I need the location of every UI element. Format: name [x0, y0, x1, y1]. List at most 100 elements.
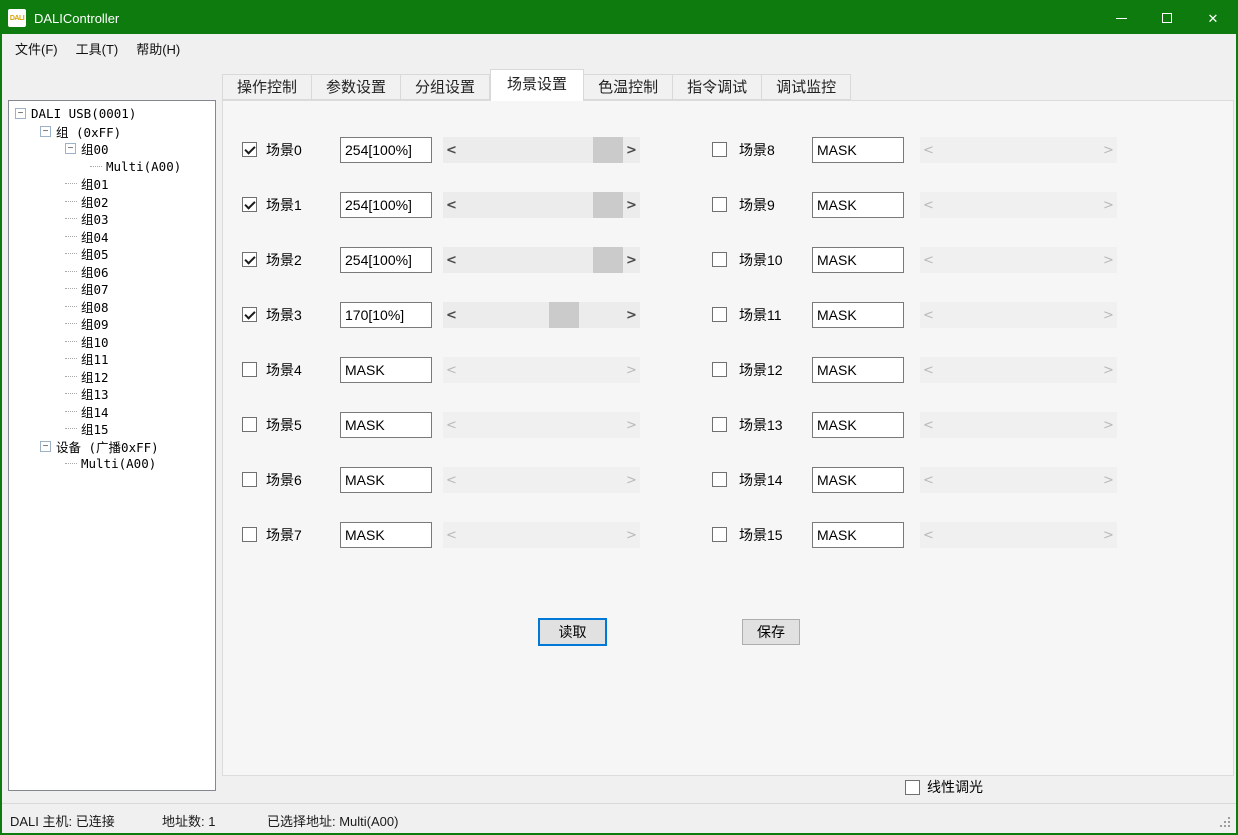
app-icon: DALI — [8, 9, 26, 27]
scene-label: 场景11 — [739, 305, 782, 325]
scene-value-input[interactable] — [812, 192, 904, 218]
save-button[interactable]: 保存 — [742, 619, 800, 645]
tree-item[interactable]: 组06 — [9, 263, 215, 281]
scene-row: 场景15 <> — [223, 522, 1233, 548]
tree-item[interactable]: 组13 — [9, 385, 215, 403]
tree-item-label: DALI USB(0001) — [31, 106, 136, 121]
scene-value-input[interactable] — [812, 412, 904, 438]
tab-6[interactable]: 指令调试 — [673, 74, 762, 100]
scene-checkbox[interactable] — [712, 252, 727, 267]
scene-value-input[interactable] — [812, 137, 904, 163]
scene-checkbox[interactable] — [712, 142, 727, 157]
tree-item[interactable]: −设备 (广播0xFF) — [9, 438, 215, 456]
tree-item[interactable]: 组05 — [9, 245, 215, 263]
tree-item[interactable]: −组 (0xFF) — [9, 123, 215, 141]
tree-item[interactable]: 组02 — [9, 193, 215, 211]
tree-item-label: 组01 — [81, 174, 109, 193]
linear-dimming-checkbox[interactable] — [905, 780, 920, 795]
scene-settings-panel: 场景0<>场景1<>场景2<>场景3<>场景4<>场景5<>场景6<>场景7<>… — [222, 100, 1234, 776]
scene-level-scrollbar: <> — [920, 522, 1117, 548]
scene-value-input[interactable] — [812, 357, 904, 383]
scene-checkbox[interactable] — [712, 472, 727, 487]
scene-label: 场景15 — [739, 525, 783, 545]
scene-value-input[interactable] — [812, 247, 904, 273]
scene-row: 场景13<> — [223, 412, 1233, 438]
menu-file[interactable]: 文件(F) — [6, 38, 67, 62]
tree-item[interactable]: −组00 — [9, 140, 215, 158]
tree-item[interactable]: 组14 — [9, 403, 215, 421]
tree-connector — [65, 288, 77, 289]
tree-item[interactable]: −DALI USB(0001) — [9, 105, 215, 123]
tree-item-label: 组08 — [81, 297, 109, 316]
scene-value-input[interactable] — [812, 522, 904, 548]
scene-checkbox[interactable] — [712, 527, 727, 542]
tab-4[interactable]: 场景设置 — [490, 69, 584, 101]
tree-expander-icon[interactable]: − — [40, 441, 51, 452]
minimize-button[interactable] — [1098, 2, 1144, 34]
tree-expander-icon[interactable]: − — [65, 143, 76, 154]
tree-item-label: 组09 — [81, 314, 109, 333]
resize-grip[interactable] — [1220, 817, 1232, 829]
menu-help[interactable]: 帮助(H) — [127, 38, 189, 62]
tree-item-label: 组06 — [81, 262, 109, 281]
scene-level-scrollbar: <> — [920, 137, 1117, 163]
menu-tools[interactable]: 工具(T) — [67, 38, 128, 62]
scene-checkbox[interactable] — [712, 307, 727, 322]
tab-7[interactable]: 调试监控 — [762, 74, 851, 100]
tree-item[interactable]: 组15 — [9, 420, 215, 438]
tab-3[interactable]: 分组设置 — [401, 74, 490, 100]
scene-row: 场景11 <> — [223, 302, 1233, 328]
scene-value-input[interactable] — [812, 302, 904, 328]
tree-item[interactable]: 组10 — [9, 333, 215, 351]
tree-connector — [65, 411, 77, 412]
tab-2[interactable]: 参数设置 — [312, 74, 401, 100]
window-title: DALIController — [34, 11, 119, 26]
tree-connector — [65, 183, 77, 184]
tree-expander-icon[interactable]: − — [15, 108, 26, 119]
close-button[interactable]: ✕ — [1190, 2, 1236, 34]
tree-item-label: 组05 — [81, 244, 109, 263]
tree-expander-icon[interactable]: − — [40, 126, 51, 137]
scrollbar-right-arrow-icon: > — [1100, 137, 1117, 163]
tree-item[interactable]: 组09 — [9, 315, 215, 333]
tree-connector — [65, 428, 77, 429]
scene-row: 场景14<> — [223, 467, 1233, 493]
scene-label: 场景8 — [739, 140, 775, 160]
tree-item[interactable]: 组11 — [9, 350, 215, 368]
tree-item[interactable]: 组01 — [9, 175, 215, 193]
scene-row: 场景9<> — [223, 192, 1233, 218]
tree-item-label: 组11 — [81, 349, 109, 368]
tree-item-label: 组12 — [81, 367, 109, 386]
scene-value-input[interactable] — [812, 467, 904, 493]
tree-item[interactable]: 组12 — [9, 368, 215, 386]
linear-dimming-label: 线性调光 — [927, 777, 983, 797]
maximize-button[interactable] — [1144, 2, 1190, 34]
tree-item-label: Multi(A00) — [106, 159, 181, 174]
tree-item[interactable]: Multi(A00) — [9, 158, 215, 176]
scene-checkbox[interactable] — [712, 197, 727, 212]
tree-item-label: 组04 — [81, 227, 109, 246]
status-selected-address: 已选择地址: Multi(A00) — [267, 811, 398, 830]
scene-label: 场景9 — [739, 195, 775, 215]
scene-level-scrollbar: <> — [920, 302, 1117, 328]
tree-item[interactable]: 组08 — [9, 298, 215, 316]
tree-item-label: 组02 — [81, 192, 109, 211]
scene-label: 场景10 — [739, 250, 783, 270]
tree-item-label: 组00 — [81, 139, 109, 158]
minimize-icon — [1116, 18, 1127, 19]
read-button[interactable]: 读取 — [538, 618, 607, 646]
tree-item-label: 组03 — [81, 209, 109, 228]
scrollbar-right-arrow-icon: > — [1100, 357, 1117, 383]
tree-item[interactable]: Multi(A00) — [9, 455, 215, 473]
scene-label: 场景14 — [739, 470, 783, 490]
scene-checkbox[interactable] — [712, 362, 727, 377]
tab-1[interactable]: 操作控制 — [222, 74, 312, 100]
scene-checkbox[interactable] — [712, 417, 727, 432]
close-icon: ✕ — [1208, 12, 1219, 25]
tree-item[interactable]: 组04 — [9, 228, 215, 246]
tree-item[interactable]: 组03 — [9, 210, 215, 228]
scrollbar-left-arrow-icon: < — [920, 357, 937, 383]
tree-item[interactable]: 组07 — [9, 280, 215, 298]
tab-5[interactable]: 色温控制 — [584, 74, 673, 100]
status-address-count: 地址数: 1 — [162, 811, 215, 830]
